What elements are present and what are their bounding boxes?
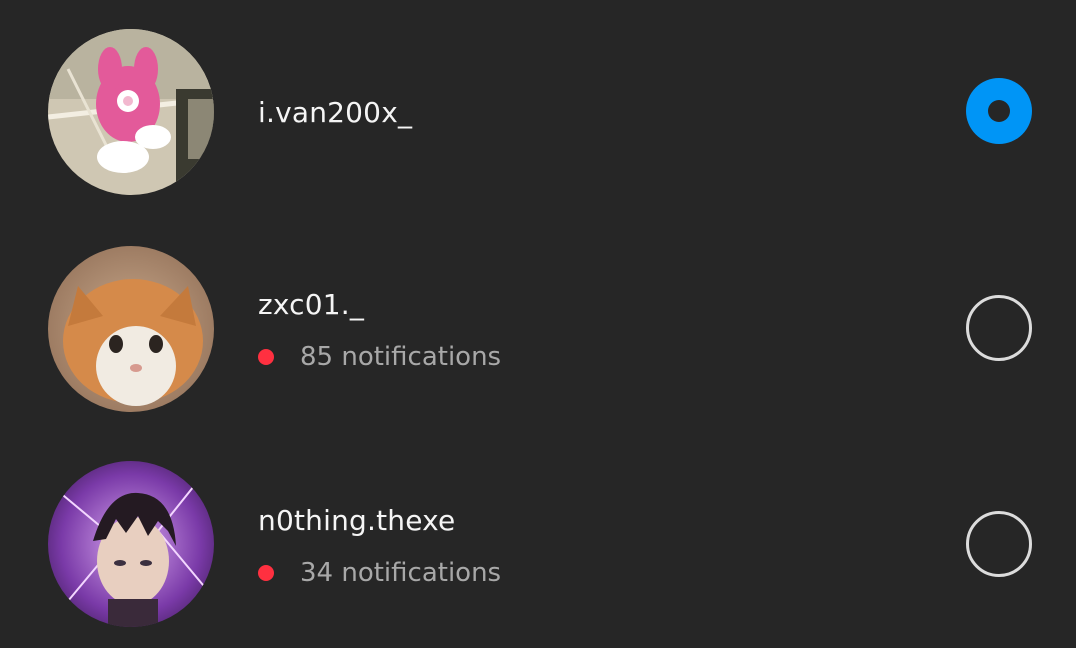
account-username: i.van200x_ — [258, 96, 413, 129]
avatar — [48, 246, 214, 412]
account-switcher-list: i.van200x_ zxc01._ 85 notifications n0th… — [0, 0, 1076, 648]
account-username: n0thing.thexe — [258, 504, 456, 537]
notification-indicator: 34 notifications — [258, 557, 501, 589]
avatar — [48, 29, 214, 195]
pink-bunny-cartoon-avatar-icon — [48, 29, 214, 195]
account-username: zxc01._ — [258, 288, 365, 321]
notification-count: 85 notifications — [300, 342, 502, 372]
account-select-radio[interactable] — [966, 511, 1032, 577]
notification-dot-icon — [258, 349, 274, 365]
account-select-radio[interactable] — [966, 295, 1032, 361]
account-row-n0thing[interactable]: n0thing.thexe 34 notifications — [0, 432, 1076, 648]
notification-indicator: 85 notifications — [258, 341, 501, 373]
account-row-zxc01[interactable]: zxc01._ 85 notifications — [0, 216, 1076, 432]
orange-kitten-avatar-icon — [48, 246, 214, 412]
account-row-ivan200x[interactable]: i.van200x_ — [0, 0, 1076, 216]
anime-character-purple-avatar-icon — [48, 461, 214, 627]
account-select-radio[interactable] — [966, 78, 1032, 144]
avatar — [48, 461, 214, 627]
notification-dot-icon — [258, 565, 274, 581]
radio-selected-indicator — [988, 100, 1010, 122]
notification-count: 34 notifications — [300, 558, 502, 588]
